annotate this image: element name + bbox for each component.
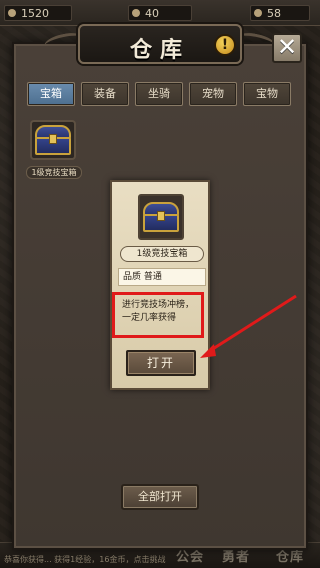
tab-treasure[interactable]: 宝物 [243,82,291,106]
exclamation-icon[interactable]: ! [214,34,236,56]
quality-label: 品质 [123,272,142,282]
item-slot[interactable] [30,120,76,160]
item-label: 1级竞技宝箱 [26,166,82,179]
battle-log-text: 恭喜你获得... 获得1经验，16金币，点击挑战 [4,555,166,564]
annotation-highlight-box [112,292,204,338]
tab-chest[interactable]: 宝箱 [27,82,75,106]
tab-equipment[interactable]: 装备 [81,82,129,106]
category-tabs: 宝箱 装备 坐骑 宠物 宝物 [27,82,291,108]
quality-value: 普通 [143,272,162,282]
tab-pet[interactable]: 宠物 [189,82,237,106]
open-button[interactable]: 打开 [126,350,196,376]
coin-icon [8,9,16,17]
treasure-chest-icon [35,125,71,155]
energy-icon [254,9,262,17]
resource-value: 40 [145,7,159,20]
quality-row: 品质 普通 [118,268,206,286]
close-icon[interactable]: ✕ [272,33,302,63]
open-all-button[interactable]: 全部打开 [121,484,199,510]
resource-counter: 1520 [4,5,72,21]
treasure-chest-icon [143,202,179,232]
resource-value: 58 [267,7,281,20]
resource-counter: 58 [250,5,310,21]
resource-bar: 1520 40 58 [0,0,320,26]
resource-counter: 40 [128,5,192,21]
detail-icon-frame [138,194,184,240]
item-name: 1级竞技宝箱 [120,246,204,262]
tab-mount[interactable]: 坐骑 [135,82,183,106]
gem-icon [132,9,140,17]
resource-value: 1520 [21,7,49,20]
